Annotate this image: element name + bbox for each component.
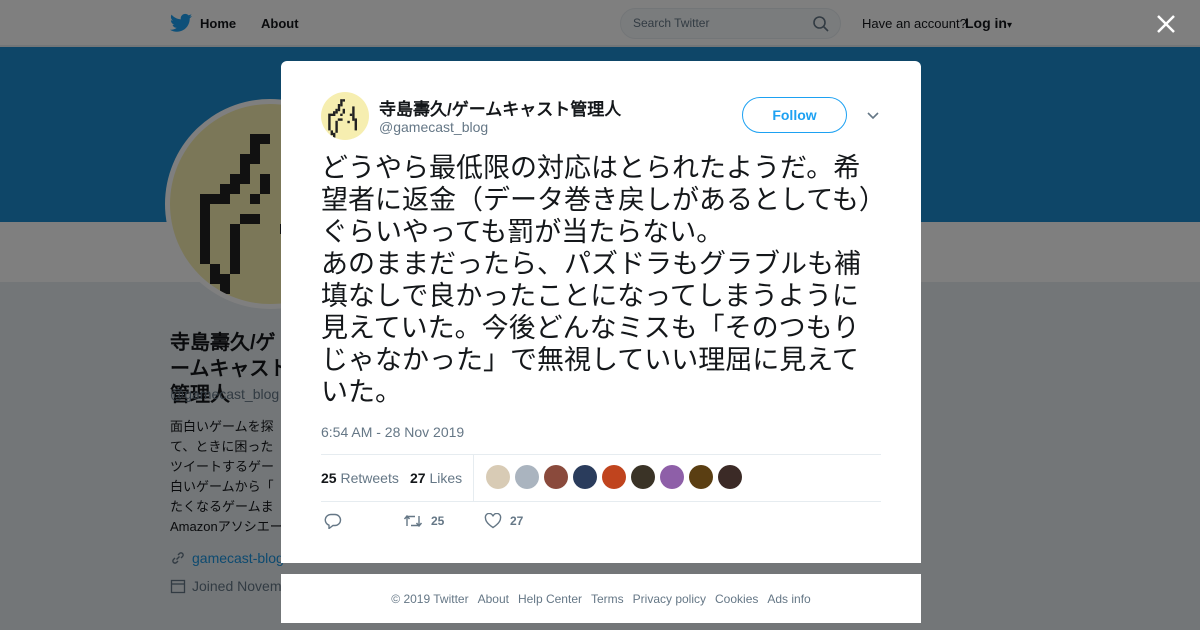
close-icon[interactable] xyxy=(1154,12,1178,36)
tweet-text: どうやら最低限の対応はとられたようだ。希望者に返金（データ巻き戻しがあるとしても… xyxy=(321,153,873,408)
liker-avatars xyxy=(486,465,742,489)
retweet-icon xyxy=(403,514,423,528)
stats-divider xyxy=(473,455,474,501)
retweet-button[interactable]: 25 xyxy=(403,513,444,529)
retweets-count: 25 xyxy=(321,470,337,486)
like-button[interactable]: 27 xyxy=(484,513,523,529)
retweets-stat[interactable]: 25 Retweets xyxy=(321,470,399,486)
pixel-character-avatar xyxy=(328,99,357,138)
footer-privacy-link[interactable]: Privacy policy xyxy=(633,592,706,606)
liker-avatar[interactable] xyxy=(544,465,568,489)
footer-about-link[interactable]: About xyxy=(478,592,509,606)
tweet-stats: 25 Retweets 27 Likes xyxy=(321,454,881,502)
reply-button[interactable] xyxy=(324,513,350,529)
liker-avatar[interactable] xyxy=(718,465,742,489)
liker-avatar[interactable] xyxy=(515,465,539,489)
footer-help-center-link[interactable]: Help Center xyxy=(518,592,582,606)
footer-copyright: © 2019 Twitter xyxy=(391,591,469,606)
likes-label: Likes xyxy=(429,470,463,486)
retweet-action-count: 25 xyxy=(431,514,445,528)
modal-footer: © 2019 Twitter About Help Center Terms P… xyxy=(281,574,921,623)
chevron-down-icon[interactable] xyxy=(865,109,881,123)
liker-avatar[interactable] xyxy=(573,465,597,489)
reply-icon xyxy=(324,513,342,529)
tweet-author-avatar[interactable] xyxy=(321,92,369,140)
liker-avatar[interactable] xyxy=(689,465,713,489)
liker-avatar[interactable] xyxy=(602,465,626,489)
heart-icon xyxy=(484,513,502,529)
tweet-author-name[interactable]: 寺島壽久/ゲームキャスト管理人 xyxy=(379,95,621,120)
liker-avatar[interactable] xyxy=(660,465,684,489)
tweet-modal: 寺島壽久/ゲームキャスト管理人 @gamecast_blog Follow どう… xyxy=(281,61,921,563)
like-action-count: 27 xyxy=(510,514,524,528)
tweet-actions: 25 27 xyxy=(321,513,881,533)
footer-terms-link[interactable]: Terms xyxy=(591,592,624,606)
tweet-timestamp[interactable]: 6:54 AM - 28 Nov 2019 xyxy=(321,424,464,440)
footer-cookies-link[interactable]: Cookies xyxy=(715,592,758,606)
footer-ads-info-link[interactable]: Ads info xyxy=(767,592,810,606)
retweets-label: Retweets xyxy=(340,470,399,486)
liker-avatar[interactable] xyxy=(486,465,510,489)
likes-count: 27 xyxy=(410,470,426,486)
follow-button[interactable]: Follow xyxy=(742,97,847,133)
liker-avatar[interactable] xyxy=(631,465,655,489)
likes-stat[interactable]: 27 Likes xyxy=(410,470,462,486)
tweet-author-handle[interactable]: @gamecast_blog xyxy=(379,119,488,135)
